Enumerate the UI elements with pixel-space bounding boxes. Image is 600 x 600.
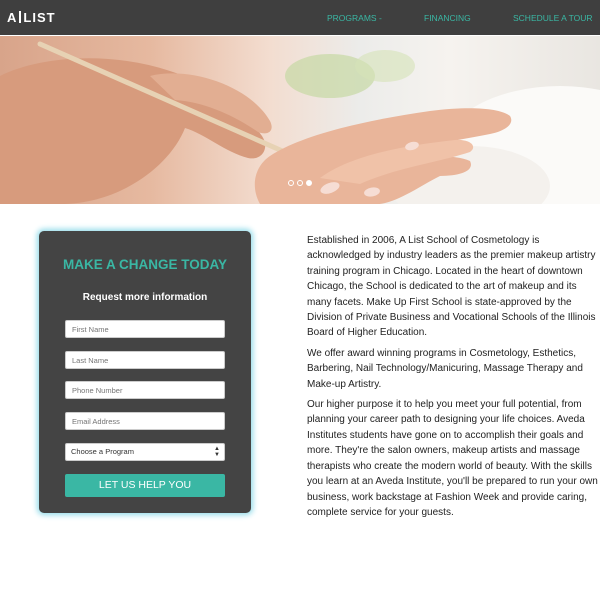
- nav-programs-link[interactable]: PROGRAMS -: [327, 13, 382, 23]
- hero-banner-image: [0, 36, 600, 204]
- logo-divider: [19, 11, 22, 23]
- about-paragraph-2: We offer award winning programs in Cosme…: [307, 347, 583, 390]
- last-name-field[interactable]: [65, 351, 225, 369]
- phone-field[interactable]: [65, 381, 225, 399]
- site-logo[interactable]: A LIST: [7, 10, 56, 25]
- carousel-dot-1[interactable]: [288, 180, 294, 186]
- about-text-section: Established in 2006, A List School of Co…: [307, 233, 599, 525]
- form-subtitle: Request more information: [82, 292, 208, 303]
- nav-schedule-tour-link[interactable]: SCHEDULE A TOUR: [513, 13, 593, 23]
- carousel-dot-3[interactable]: [306, 180, 312, 186]
- top-nav-bar: A LIST PROGRAMS - FINANCING SCHEDULE A TO…: [0, 0, 600, 35]
- carousel-dot-2[interactable]: [297, 180, 303, 186]
- program-select[interactable]: Choose a Program ▲ ▼: [65, 443, 225, 461]
- form-title: MAKE A CHANGE TODAY: [62, 257, 228, 272]
- email-field[interactable]: [65, 412, 225, 430]
- logo-text-a: A: [7, 10, 18, 25]
- logo-text-list: LIST: [23, 10, 56, 25]
- select-arrows-icon: ▲ ▼: [214, 446, 220, 458]
- first-name-field[interactable]: [65, 320, 225, 338]
- manicure-photo-illustration: [0, 41, 600, 204]
- about-paragraph-1: Established in 2006, A List School of Co…: [307, 235, 596, 339]
- program-select-value: Choose a Program: [71, 447, 134, 456]
- nav-financing-link[interactable]: FINANCING: [424, 13, 471, 23]
- about-paragraph-3: Our higher purpose it to help you meet y…: [307, 399, 598, 518]
- let-us-help-you-button[interactable]: LET US HELP YOU: [65, 474, 225, 497]
- request-info-form-card: MAKE A CHANGE TODAY Request more informa…: [39, 231, 251, 513]
- carousel-indicators: [288, 180, 312, 186]
